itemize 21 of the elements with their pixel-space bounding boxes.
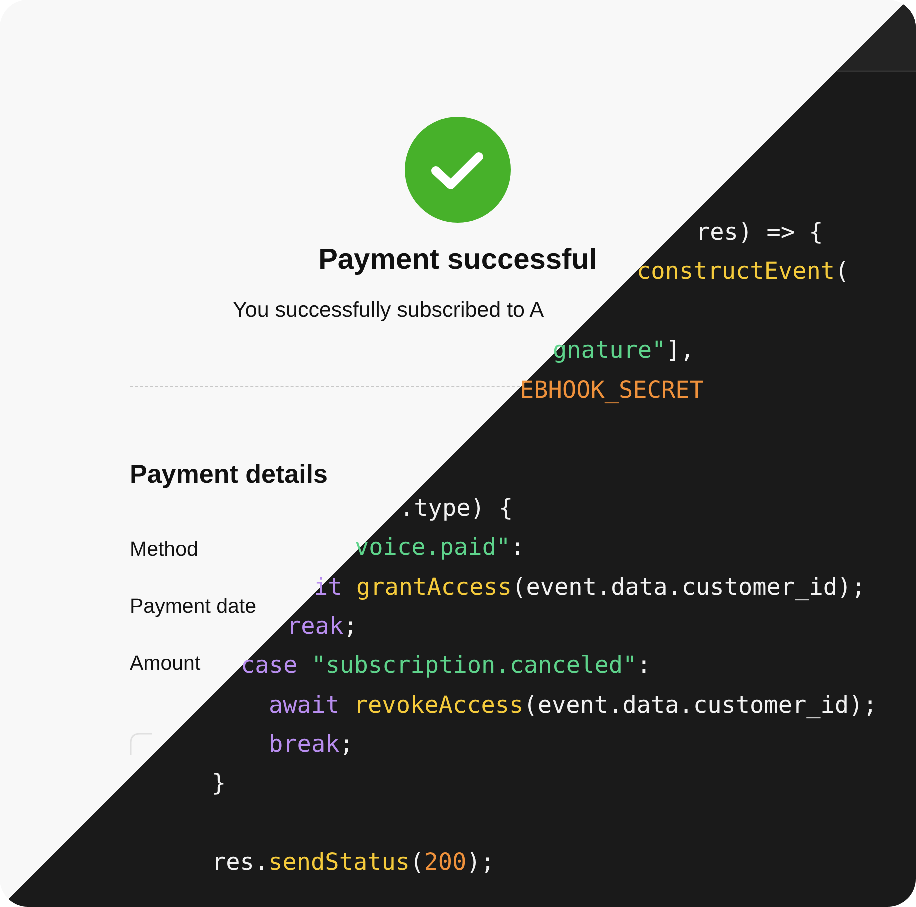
code-line: constructEvent( <box>637 256 850 288</box>
code-line: voice.paid": <box>355 532 525 564</box>
code-line: EBHOOK_SECRET <box>520 374 704 406</box>
code-line: reak; <box>287 610 358 642</box>
code-line: res) => { <box>696 217 824 248</box>
code-line: gnature"], <box>553 335 694 366</box>
detail-label: Payment date <box>130 594 256 620</box>
payment-message: You successfully subscribed to A <box>233 297 546 323</box>
detail-label: Amount <box>130 651 201 677</box>
success-check-icon <box>405 117 511 223</box>
detail-label: Method <box>130 537 198 563</box>
code-line: res.sendStatus(200); <box>212 847 495 878</box>
code-line: await revokeAccess(event.data.customer_id); <box>269 690 878 721</box>
button-corner <box>130 733 153 756</box>
code-line: } <box>212 768 226 800</box>
code-line: break; <box>269 729 354 760</box>
code-line: case "subscription.canceled": <box>241 650 652 682</box>
code-line: .type) { <box>400 492 514 524</box>
details-heading: Payment details <box>130 458 329 490</box>
payment-title: Payment successful <box>318 243 598 277</box>
code-line: it grantAccess(event.data.customer_id); <box>314 572 866 603</box>
